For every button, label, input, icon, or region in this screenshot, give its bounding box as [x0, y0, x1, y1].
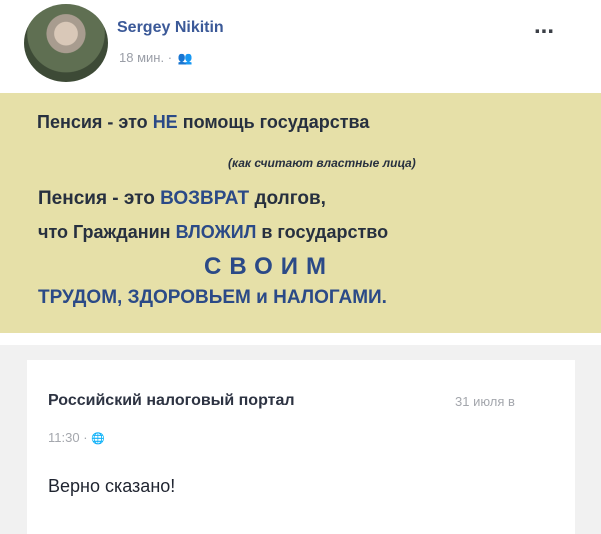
more-options-button[interactable]: ... — [534, 12, 554, 40]
comment-text: Верно сказано! — [48, 476, 176, 496]
post-card: Sergey Nikitin 18 мин. · 👥 ... Пенсия - … — [0, 0, 601, 345]
banner-line-3-a: Пенсия - это — [38, 188, 161, 209]
banner-line-4-b: ВЛОЖИЛ — [175, 222, 257, 242]
comment-time[interactable]: 11:30 — [48, 430, 80, 445]
banner-line-3: Пенсия - это ВОЗВРАТ долгов, — [38, 188, 326, 210]
banner-line-4-c: в государство — [261, 222, 389, 242]
banner-line-1-b: НЕ — [152, 112, 178, 132]
banner-line-3-c: долгов, — [254, 188, 326, 209]
comment-date[interactable]: 31 июля в — [455, 394, 515, 409]
banner-line-1-a: Пенсия - это — [37, 112, 153, 132]
comment-time-row: 11:30 · 🌐 — [48, 430, 105, 445]
meta-separator: · — [167, 50, 173, 65]
post-meta: 18 мин. · 👥 — [119, 50, 193, 65]
comment-box — [27, 360, 575, 534]
friends-icon[interactable]: 👥 — [178, 51, 193, 65]
banner-line-6: ТРУДОМ, ЗДОРОВЬЕМ и НАЛОГАМИ. — [38, 287, 387, 308]
avatar[interactable] — [24, 4, 108, 82]
globe-icon: 🌐 — [91, 433, 105, 445]
author-name[interactable]: Sergey Nikitin — [117, 19, 224, 37]
post-time[interactable]: 18 мин. — [119, 50, 164, 65]
banner-line-4: что Гражданин ВЛОЖИЛ в государство — [38, 222, 388, 243]
comment-author[interactable]: Российский налоговый портал — [48, 392, 295, 410]
banner-line-1: Пенсия - это НЕ помощь государства — [37, 112, 369, 133]
banner-line-2: (как считают властные лица) — [228, 156, 416, 170]
banner-line-3-b: ВОЗВРАТ — [160, 188, 250, 209]
comment-separator: · — [83, 430, 88, 445]
banner-line-5: СВОИМ — [204, 253, 334, 280]
banner-line-4-a: что Гражданин — [38, 222, 176, 242]
banner-line-1-c: помощь государства — [182, 112, 370, 132]
